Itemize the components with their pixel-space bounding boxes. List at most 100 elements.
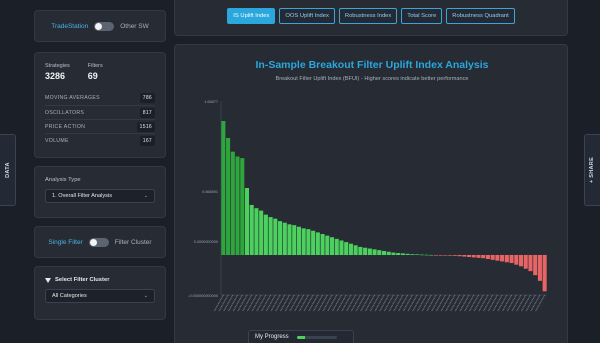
strategies-value: 3286 [45,71,66,81]
chart-bar [287,224,292,255]
filters-label: Filters [87,63,103,69]
x-tick-label-mark [497,294,508,312]
x-tick-label-mark [468,294,480,312]
x-tick-label-mark [421,294,432,312]
chart-bar [386,251,391,255]
x-tick-label-mark [317,294,328,312]
x-tick-label-mark [506,294,517,312]
filters-stat: Filters 69 [88,63,103,81]
chart-bar [282,222,287,255]
chart-bar [301,228,306,255]
chart-bar [240,158,245,255]
my-progress-bar[interactable]: My Progress [248,330,354,343]
x-tick-label-mark [242,294,253,312]
tab-oos-uplift-index[interactable]: OOS Uplift Index [279,8,335,24]
x-tick-label-mark [516,294,527,312]
chart-bar [452,255,457,256]
chart-bar [278,221,283,255]
other-sw-label: Other SW [120,22,149,30]
category-name: OSCILLATORS [45,109,85,116]
x-tick-label-mark [322,294,333,312]
chart-bar [348,243,353,255]
data-side-tab-label: DATA [4,162,11,178]
x-tick-label-mark [275,294,286,312]
switch-knob [89,238,97,246]
filter-cluster-label: Filter Cluster [114,238,152,246]
chart-bar [433,255,438,256]
filter-cluster-panel: Select Filter Cluster All Categories ⌄ [34,266,166,320]
chart-bar [542,255,547,292]
software-switch[interactable] [94,21,115,31]
chart-bar [504,255,509,263]
data-side-tab[interactable]: DATA [0,134,16,206]
x-tick-label-mark [284,294,295,312]
category-row: OSCILLATORS 817 [45,105,155,119]
x-tick-label-mark [478,294,489,312]
chart-bar [244,188,250,255]
progress-track [296,335,337,339]
tab-total-score[interactable]: Total Score [401,8,443,24]
analysis-type-label: Analysis Type [45,177,81,183]
x-tick-label-mark [327,294,338,312]
x-tick-label-mark [279,294,291,312]
chart-bar [353,245,358,255]
chart-bar [448,255,453,256]
x-tick-label-mark [256,294,267,312]
x-tick-label-mark [525,294,536,312]
category-row: MOVING AVERAGES 786 [45,91,155,105]
strategies-stat: Strategies 3286 [45,63,70,81]
x-tick-label-mark [483,294,494,312]
chart-bar [523,255,528,269]
share-side-tab[interactable]: + SHARE [584,134,600,206]
uplift-bar-chart: In-Sample Breakout Filter Uplift Index A… [188,59,547,312]
x-tick-label-mark [350,294,361,312]
category-count-badge: 817 [139,107,155,118]
progress-fill [296,335,306,339]
x-tick-label-mark [294,294,305,312]
y-tick-label: 0.666691 [202,190,218,194]
x-tick-label-mark [435,294,446,312]
analysis-type-select[interactable]: 1. Overall Filter Analysis ⌄ [45,189,155,203]
x-tick-label-mark [298,294,309,312]
x-tick-label-mark [369,294,380,312]
chart-bar [533,255,538,276]
chart-bar [339,240,344,255]
chart-tabs-panel: IS Uplift Index OOS Uplift Index Robustn… [174,0,568,36]
x-tick-label-mark [246,294,258,312]
x-tick-label-mark [487,294,498,312]
chart-bar [391,252,396,255]
x-tick-label-mark [346,294,357,312]
x-tick-label-mark [464,294,475,312]
chart-bar [471,255,476,258]
y-tick-label: 0.0000000000 [194,240,218,244]
tab-robustness-quadrant[interactable]: Robustness Quadrant [446,8,515,24]
chart-bar [429,254,434,256]
chart-bar [405,253,410,255]
x-tick-label-mark [520,294,532,312]
chart-bar [415,254,420,255]
chart-bar [367,248,372,255]
category-count-badge: 1516 [136,121,155,132]
x-tick-label-mark [431,294,442,312]
x-tick-label-mark [473,294,484,312]
chart-bar [358,246,363,255]
filter-mode-switch[interactable] [88,237,109,247]
x-tick-label-mark [270,294,281,312]
tab-robustness-index[interactable]: Robustness Index [338,8,398,24]
chart-bar [438,255,443,256]
x-tick-label-mark [331,294,343,312]
category-row: PRICE ACTION 1516 [45,119,155,133]
category-count-badge: 786 [139,93,155,103]
filter-cluster-select[interactable]: All Categories ⌄ [45,289,155,303]
chart-bar [518,255,524,267]
analysis-type-value: 1. Overall Filter Analysis [52,193,112,199]
chart-bar [311,230,316,255]
x-tick-label-mark [265,294,276,312]
tab-is-uplift-index[interactable]: IS Uplift Index [227,8,276,24]
chart-bar [410,254,415,255]
chart-bar [481,255,486,259]
chart-bar [509,255,514,264]
chart-bar [230,151,235,255]
x-tick-label-mark [388,294,399,312]
chart-bar [315,232,320,255]
